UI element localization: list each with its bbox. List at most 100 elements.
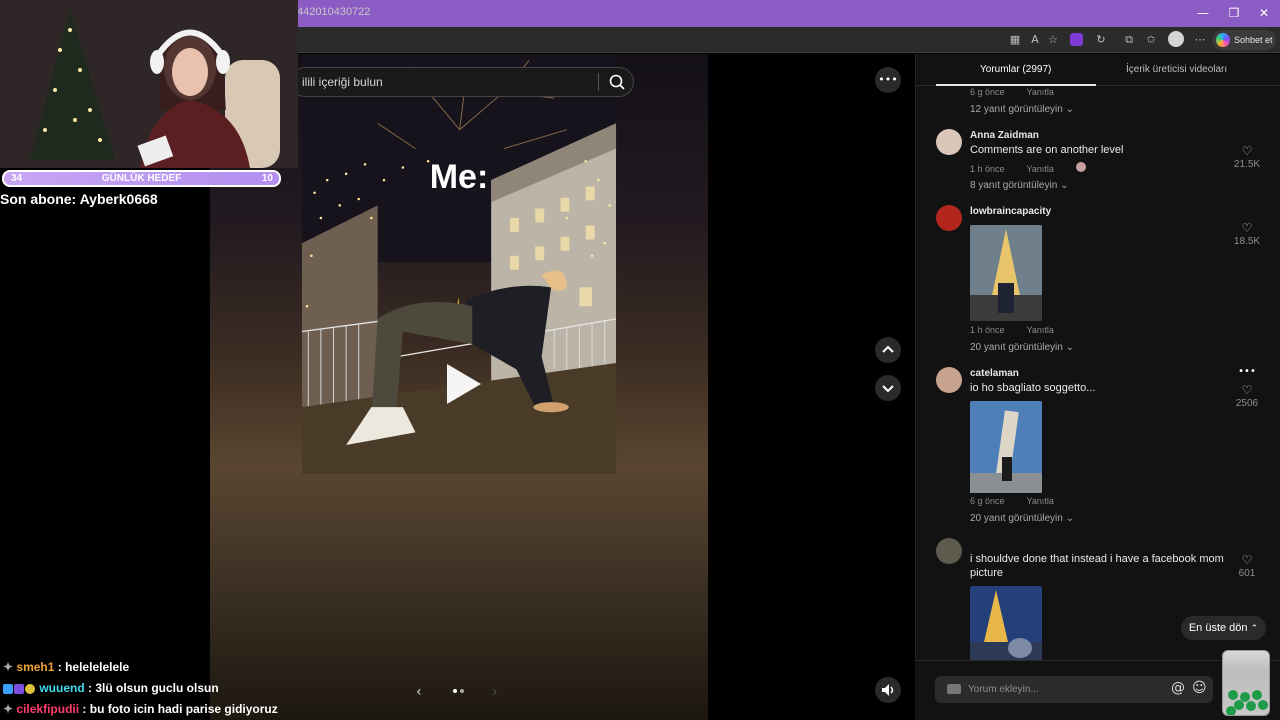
reply-link[interactable]: Yanıtla — [1027, 496, 1054, 506]
comment-meta: 1 h önce Yanıtla — [970, 325, 1076, 335]
chat-username: smeh1 — [16, 660, 55, 674]
chevron-down-icon: ⌄ — [1065, 104, 1075, 115]
translate-icon[interactable]: A — [1026, 31, 1044, 49]
view-replies-label: 20 yanıt görüntüleyin — [970, 342, 1063, 353]
creator-liked-icon — [1075, 162, 1086, 172]
view-replies-button[interactable]: 20 yanıt görüntüleyin ⌄ — [970, 513, 1074, 524]
like-button[interactable]: ♡ 2506 — [1227, 383, 1267, 409]
comment-image[interactable] — [970, 586, 1042, 660]
like-button[interactable]: ♡ 18.5K — [1227, 221, 1267, 247]
search-icon[interactable] — [608, 73, 626, 91]
webcam-scene — [0, 0, 298, 168]
search-placeholder: ilili içeriği bulun — [302, 75, 383, 89]
chat-username: wuuend — [39, 681, 85, 695]
emoji-icon[interactable]: ☺ — [1192, 680, 1207, 696]
favorite-star-icon[interactable]: ☆ — [1044, 31, 1062, 49]
split-screen-icon[interactable]: ⧉ — [1120, 31, 1138, 49]
view-replies-button[interactable]: 20 yanıt görüntüleyin ⌄ — [970, 342, 1074, 353]
avatar[interactable] — [936, 538, 962, 564]
mention-icon[interactable]: @ — [1171, 680, 1185, 696]
chevron-down-icon: ⌄ — [1060, 180, 1069, 191]
comment-username[interactable]: catelaman — [970, 368, 1019, 379]
chat-text: : bu foto icin hadi parise gidiyoruz — [82, 702, 278, 716]
comment-time: 6 g önce — [970, 496, 1005, 506]
volume-button[interactable] — [875, 677, 901, 703]
chat-username: cilekfipudii — [16, 702, 80, 716]
avatar[interactable] — [936, 205, 962, 231]
chat-badge-icon — [14, 683, 24, 694]
view-replies-button[interactable]: 8 yanıt görüntüleyin ⌄ — [970, 180, 1068, 191]
like-button[interactable]: ♡ 21.5K — [1227, 144, 1267, 170]
carousel-dots — [453, 689, 464, 693]
chat-message: wuuend : 3lü olsun guclu olsun — [3, 681, 219, 695]
comment-meta: 6 g önce Yanıtla — [970, 87, 1076, 97]
next-video-button[interactable] — [875, 375, 901, 401]
jar-contents — [1226, 690, 1268, 715]
comment-text: Comments are on another level — [970, 144, 1124, 156]
overlay-jar-widget — [1222, 650, 1270, 716]
carousel-next-button[interactable]: › — [492, 684, 498, 700]
like-count: 21.5K — [1233, 159, 1261, 170]
view-replies-label: 20 yanıt görüntüleyin — [970, 513, 1063, 524]
chevron-down-icon — [882, 385, 894, 393]
comment-username[interactable]: Anna Zaidman — [970, 130, 1039, 141]
reply-link[interactable]: Yanıtla — [1027, 87, 1054, 97]
comment-image[interactable] — [970, 401, 1042, 497]
extension-icon[interactable] — [1070, 33, 1083, 46]
comment-more-icon[interactable]: ••• — [1234, 362, 1260, 382]
more-options-button[interactable]: ••• — [875, 67, 901, 93]
copilot-label: Sohbet et — [1234, 35, 1273, 45]
url-text[interactable]: 442010430722 — [297, 6, 370, 18]
speaker-icon — [882, 684, 894, 696]
tab-comments[interactable]: Yorumlar (2997) — [980, 64, 1051, 75]
like-count: 18.5K — [1233, 236, 1261, 247]
reader-view-icon[interactable]: ▦ — [1006, 31, 1024, 49]
comment-text: i shouldve done that instead i have a fa… — [970, 553, 1224, 579]
copilot-button[interactable]: Sohbet et — [1212, 30, 1276, 50]
chat-message: ✦ cilekfipudii : bu foto icin hadi paris… — [3, 702, 278, 716]
chat-badge-icon: ✦ — [3, 660, 17, 674]
reply-link[interactable]: Yanıtla — [1027, 325, 1054, 335]
pisa-photo — [970, 401, 1042, 493]
profile-avatar[interactable] — [1168, 31, 1184, 47]
chevron-up-icon — [882, 345, 894, 353]
like-button[interactable]: ♡ 601 — [1227, 553, 1267, 579]
more-menu-icon[interactable]: ⋯ — [1191, 31, 1209, 49]
view-replies-label: 8 yanıt görüntüleyin — [970, 180, 1058, 191]
view-replies-label: 12 yanıt görüntüleyin — [970, 104, 1063, 115]
comment-meta: 6 g önce Yanıtla — [970, 496, 1076, 506]
previous-video-button[interactable] — [875, 337, 901, 363]
back-to-top-button[interactable]: En üste dön ⌃ — [1181, 616, 1266, 640]
favorites-icon[interactable]: ✩ — [1142, 31, 1160, 49]
daily-goal-bar: 34 GÜNLÜK HEDEF 10 — [2, 170, 281, 187]
back-to-top-label: En üste dön — [1188, 622, 1248, 634]
eiffel-night-photo — [970, 586, 1042, 660]
heart-icon: ♡ — [1241, 553, 1253, 567]
comment-image[interactable] — [970, 225, 1042, 321]
play-icon[interactable] — [441, 362, 485, 406]
active-tab-indicator — [936, 84, 1096, 86]
close-window-button[interactable]: ✕ — [1249, 0, 1279, 27]
comment-time: 1 h önce — [970, 325, 1005, 335]
chevron-down-icon: ⌄ — [1065, 342, 1075, 353]
comment-time: 6 g önce — [970, 87, 1005, 97]
refresh-extension-icon[interactable]: ↻ — [1092, 31, 1110, 49]
goal-label: GÜNLÜK HEDEF — [101, 173, 182, 184]
last-subscriber: Son abone: Ayberk0668 — [0, 191, 158, 207]
minimize-button[interactable]: — — [1188, 0, 1218, 27]
maximize-button[interactable]: ❐ — [1219, 0, 1249, 27]
tab-creator-videos[interactable]: İçerik üreticisi videoları — [1126, 64, 1227, 75]
chat-badge-icon — [25, 683, 35, 694]
comment-placeholder: Yorum ekleyin... — [968, 684, 1039, 695]
copilot-icon — [1216, 33, 1230, 47]
like-count: 2506 — [1235, 398, 1259, 409]
comment-username[interactable]: lowbraincapacity — [970, 206, 1051, 217]
reply-link[interactable]: Yanıtla — [1027, 164, 1054, 174]
avatar[interactable] — [936, 129, 962, 155]
chat-badge-icon: ✦ — [3, 702, 17, 716]
heart-icon: ♡ — [1241, 221, 1253, 235]
view-replies-button[interactable]: 12 yanıt görüntüleyin ⌄ — [970, 104, 1074, 115]
avatar[interactable] — [936, 367, 962, 393]
carousel-prev-button[interactable]: ‹ — [416, 684, 422, 700]
search-divider — [598, 73, 599, 91]
